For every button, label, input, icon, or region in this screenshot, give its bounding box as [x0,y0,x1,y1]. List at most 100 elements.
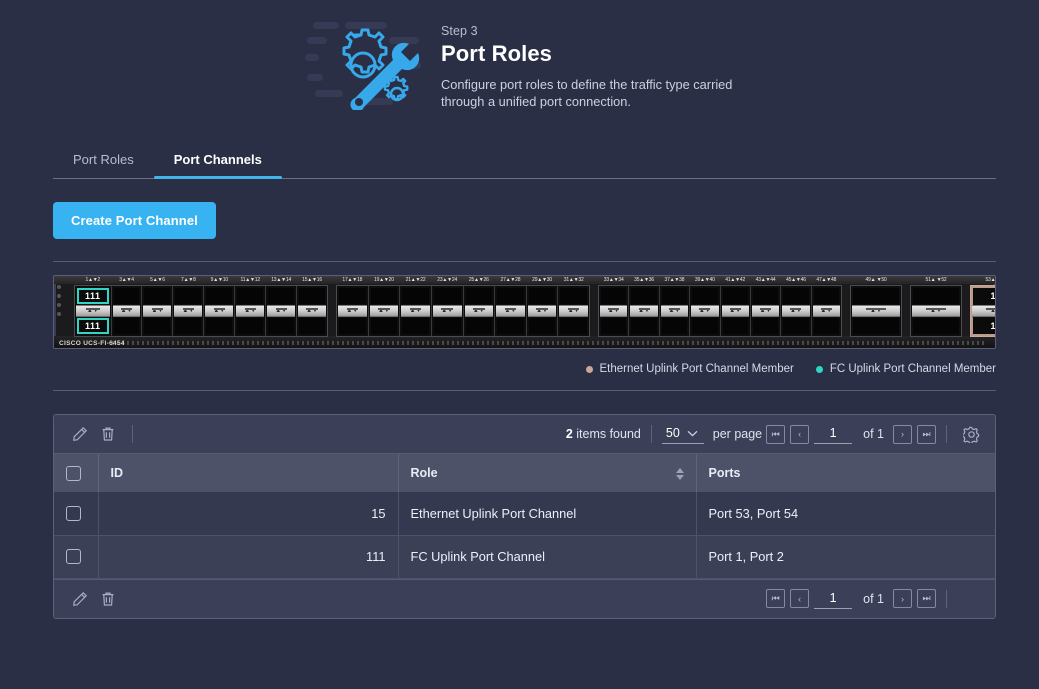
port-cage-32[interactable] [560,318,587,334]
port-cage-13[interactable] [268,288,295,304]
port-pair-27-28[interactable]: 27▲▼28 ▲▼ [495,277,527,336]
port-cage-18[interactable] [339,318,366,334]
first-page-icon[interactable]: ⏮ [766,589,786,608]
port-cage-51[interactable] [913,288,959,304]
select-all-checkbox[interactable] [66,465,81,481]
port-pair-17-18[interactable]: 17▲▼18 ▲▼ [337,277,369,336]
port-cage-23[interactable] [433,288,461,304]
port-cage-12[interactable] [237,318,264,334]
port-cage-20[interactable] [370,318,398,334]
next-page-icon[interactable]: › [893,589,912,608]
trash-icon[interactable] [94,420,122,448]
port-cage-3[interactable] [113,288,140,304]
port-pair-25-26[interactable]: 25▲▼26 ▲▼ [464,277,496,336]
port-cage-9[interactable] [206,288,233,304]
port-cage-24[interactable] [433,318,461,334]
port-cage-42[interactable] [722,318,748,334]
port-cage-19[interactable] [370,288,398,304]
port-pair-13-14[interactable]: 13▲▼14 ▲▼ [266,277,298,336]
port-cage-4[interactable] [113,318,140,334]
port-cage-16[interactable] [299,318,326,334]
port-cage-2[interactable]: 111 [77,318,109,334]
port-cage-31[interactable] [560,288,587,304]
sort-icon[interactable] [675,468,684,480]
port-pair-45-46[interactable]: 45▲▼46 ▲▼ [781,277,812,336]
port-cage-40[interactable] [692,318,718,334]
port-pair-3-4[interactable]: 3▲▼4 ▲▼ [112,277,143,336]
port-pair-5-6[interactable]: 5▲▼6 ▲▼ [142,277,174,336]
last-page-icon[interactable]: ⏭ [917,424,936,444]
port-pair-19-20[interactable]: 19▲▼20 ▲▼ [369,277,401,336]
port-pair-23-24[interactable]: 23▲▼24 ▲▼ [432,277,464,336]
column-header-id[interactable]: ID [98,454,399,492]
tab-port-channels[interactable]: Port Channels [153,146,282,179]
port-pair-51-52[interactable]: 51▲ ▼52 ▲▼ [911,277,961,336]
port-cage-33[interactable] [601,288,627,304]
port-pair-47-48[interactable]: 47▲▼48 ▲▼ [812,277,841,336]
prev-page-icon[interactable]: ‹ [790,589,810,608]
port-cage-22[interactable] [402,318,429,334]
pencil-icon[interactable] [66,585,94,613]
port-pair-9-10[interactable]: 9▲▼10 ▲▼ [204,277,236,336]
port-cage-34[interactable] [601,318,627,334]
port-cage-6[interactable] [144,318,171,334]
port-cage-25[interactable] [465,288,493,304]
port-cage-41[interactable] [722,288,748,304]
port-cage-30[interactable] [528,318,556,334]
port-cage-11[interactable] [237,288,264,304]
row-checkbox[interactable] [66,505,81,521]
port-cage-14[interactable] [268,318,295,334]
port-cage-21[interactable] [402,288,429,304]
table-row[interactable]: 111 FC Uplink Port Channel Port 1, Port … [54,535,995,579]
port-pair-21-22[interactable]: 21▲▼22 ▲▼ [400,277,432,336]
column-header-role[interactable]: Role [398,454,697,492]
port-cage-26[interactable] [465,318,493,334]
row-checkbox[interactable] [66,549,81,564]
port-cage-53[interactable]: 15 [973,288,995,304]
port-pair-35-36[interactable]: 35▲▼36 ▲▼ [629,277,660,336]
port-pair-33-34[interactable]: 33▲▼34 ▲▼ [599,277,630,336]
port-cage-44[interactable] [752,318,779,334]
port-cage-49[interactable] [853,288,899,304]
port-cage-38[interactable] [661,318,688,334]
page-number-input[interactable] [814,424,853,444]
tab-port-roles[interactable]: Port Roles [53,146,154,178]
port-pair-11-12[interactable]: 11▲▼12 ▲▼ [235,277,267,336]
pencil-icon[interactable] [66,420,94,448]
port-cage-5[interactable] [144,288,171,304]
port-pair-41-42[interactable]: 41▲▼42 ▲▼ [721,277,751,336]
port-cage-15[interactable] [299,288,326,304]
port-cage-28[interactable] [497,318,524,334]
port-pair-53-54[interactable]: 53▲ ▼54 15 ▲▼ 15 [971,277,995,336]
next-page-icon[interactable]: › [893,424,912,444]
port-cage-7[interactable] [175,288,202,304]
port-cage-48[interactable] [813,318,839,334]
port-cage-10[interactable] [206,318,233,334]
port-pair-39-40[interactable]: 39▲▼40 ▲▼ [690,277,721,336]
port-pair-43-44[interactable]: 43▲▼44 ▲▼ [751,277,782,336]
port-cage-1[interactable]: 111 [77,288,109,304]
page-number-input[interactable] [814,588,853,609]
port-cage-37[interactable] [661,288,688,304]
port-cage-52[interactable] [913,318,959,334]
port-pair-29-30[interactable]: 29▲▼30 ▲▼ [527,277,559,336]
port-cage-27[interactable] [497,288,524,304]
table-row[interactable]: 15 Ethernet Uplink Port Channel Port 53,… [54,492,995,536]
port-cage-45[interactable] [783,288,809,304]
port-cage-54[interactable]: 15 [973,318,995,334]
switch-front-panel[interactable]: CISCO UCS-FI-6454 1▲▼2 111 ▲▼ 111 3▲▼4 ▲… [53,275,996,349]
port-pair-7-8[interactable]: 7▲▼8 ▲▼ [173,277,205,336]
per-page-select[interactable]: 50 [661,424,704,444]
trash-icon[interactable] [94,585,122,613]
port-pair-49-50[interactable]: 49▲ ▼50 ▲▼ [851,277,901,336]
port-cage-50[interactable] [853,318,899,334]
port-pair-15-16[interactable]: 15▲▼16 ▲▼ [297,277,327,336]
column-header-ports[interactable]: Ports [696,454,995,492]
port-cage-35[interactable] [631,288,657,304]
port-cage-8[interactable] [175,318,202,334]
port-cage-29[interactable] [528,288,556,304]
port-cage-17[interactable] [339,288,366,304]
port-cage-36[interactable] [631,318,657,334]
port-pair-1-2[interactable]: 1▲▼2 111 ▲▼ 111 [75,277,112,336]
port-pair-31-32[interactable]: 31▲▼32 ▲▼ [558,277,589,336]
